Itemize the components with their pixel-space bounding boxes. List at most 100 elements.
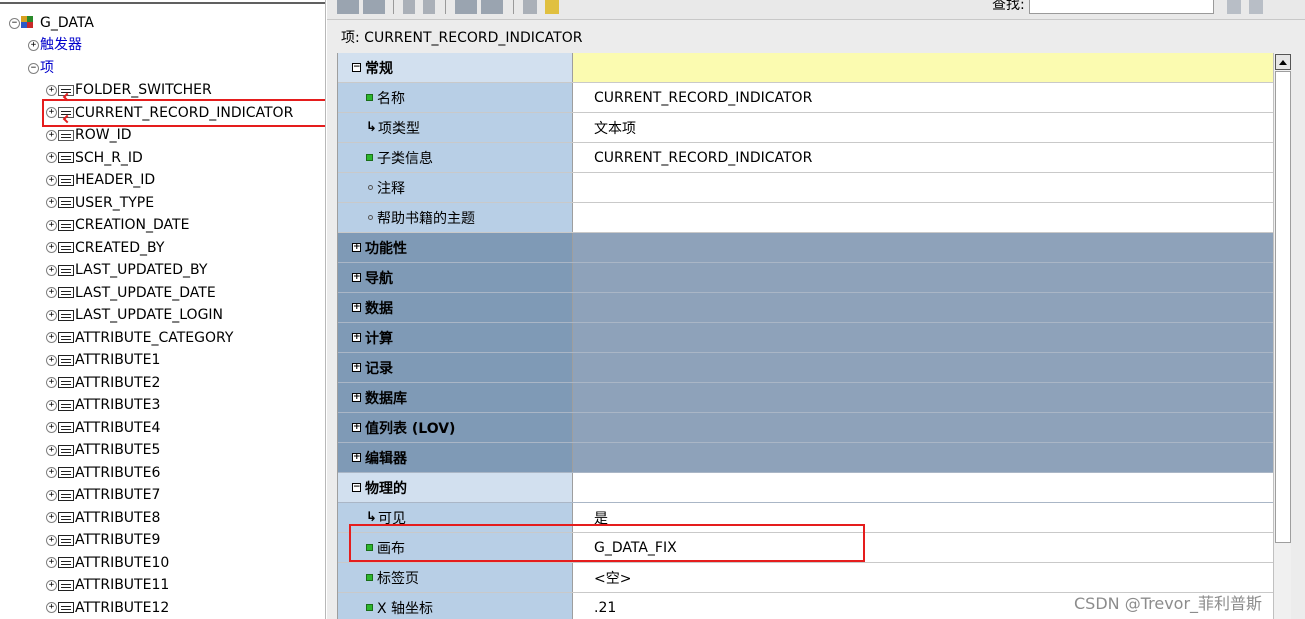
property-category-row[interactable]: + 编辑器: [338, 443, 1273, 473]
tree-item[interactable]: + ATTRIBUTE3: [46, 394, 160, 416]
property-name-cell[interactable]: ↳ 项类型: [338, 113, 573, 142]
property-category-row[interactable]: + 值列表 (LOV): [338, 413, 1273, 443]
collapse-icon[interactable]: −: [28, 62, 39, 74]
property-name-cell[interactable]: + 导航: [338, 263, 573, 292]
property-row[interactable]: 帮助书籍的主题: [338, 203, 1273, 233]
expand-icon[interactable]: +: [46, 377, 57, 388]
tree-node-triggers[interactable]: + 触发器: [28, 34, 82, 56]
tree-node-root[interactable]: − G_DATA: [9, 12, 94, 34]
find-input[interactable]: [1029, 0, 1214, 14]
tree-item[interactable]: + ATTRIBUTE11: [46, 574, 169, 596]
property-category-row[interactable]: + 计算: [338, 323, 1273, 353]
expand-icon[interactable]: +: [46, 399, 57, 411]
tree-item[interactable]: + LAST_UPDATE_DATE: [46, 282, 216, 304]
scroll-up-icon[interactable]: [1275, 54, 1291, 70]
tree-item[interactable]: + ROW_ID: [46, 124, 132, 146]
tree-item[interactable]: + ATTRIBUTE10: [46, 552, 169, 574]
search-backward-icon[interactable]: [1249, 0, 1263, 14]
expand-icon[interactable]: +: [46, 129, 57, 141]
collapse-icon[interactable]: −: [9, 17, 20, 29]
expand-icon[interactable]: +: [46, 219, 57, 231]
expand-icon[interactable]: +: [46, 84, 57, 96]
tree-node-items[interactable]: − 项: [28, 57, 54, 79]
expand-icon[interactable]: +: [352, 363, 361, 372]
freeze-pin-icon[interactable]: [545, 0, 559, 14]
property-name-cell[interactable]: 名称: [338, 83, 573, 112]
property-category-row[interactable]: + 数据: [338, 293, 1273, 323]
property-name-cell[interactable]: + 功能性: [338, 233, 573, 262]
expand-icon[interactable]: +: [46, 197, 57, 208]
paste-properties-icon[interactable]: [363, 0, 385, 14]
tree-item[interactable]: + ATTRIBUTE12: [46, 597, 169, 619]
tree-item[interactable]: + ATTRIBUTE8: [46, 507, 160, 529]
tree-item[interactable]: + ATTRIBUTE2: [46, 372, 160, 394]
collapse-icon[interactable]: −: [352, 483, 361, 492]
tree-item[interactable]: + ATTRIBUTE6: [46, 462, 160, 484]
expand-icon[interactable]: +: [46, 152, 57, 163]
expand-icon[interactable]: +: [352, 423, 361, 432]
expand-icon[interactable]: +: [46, 512, 57, 523]
tree-item[interactable]: + USER_TYPE: [46, 192, 154, 214]
tree-item[interactable]: + LAST_UPDATED_BY: [46, 259, 207, 281]
scrollbar-thumb[interactable]: [1275, 71, 1291, 543]
expand-icon[interactable]: +: [46, 602, 57, 613]
property-name-cell[interactable]: + 记录: [338, 353, 573, 382]
expand-icon[interactable]: +: [46, 534, 57, 546]
property-row[interactable]: 注释: [338, 173, 1273, 203]
expand-icon[interactable]: +: [46, 242, 57, 253]
tree-item[interactable]: + ATTRIBUTE9: [46, 529, 160, 551]
tree-item[interactable]: + LAST_UPDATE_LOGIN: [46, 304, 223, 326]
expand-icon[interactable]: +: [46, 354, 57, 366]
inherit-icon[interactable]: [523, 0, 537, 14]
union-icon[interactable]: [455, 0, 477, 14]
expand-icon[interactable]: +: [46, 332, 57, 343]
property-value-cell[interactable]: CURRENT_RECORD_INDICATOR: [573, 143, 1273, 172]
expand-icon[interactable]: +: [28, 39, 39, 51]
tree-item[interactable]: + ATTRIBUTE1: [46, 349, 160, 371]
expand-icon[interactable]: +: [46, 174, 57, 186]
property-name-cell[interactable]: + 编辑器: [338, 443, 573, 472]
expand-icon[interactable]: +: [46, 489, 57, 501]
property-category-row[interactable]: + 功能性: [338, 233, 1273, 263]
tree-item[interactable]: + CREATION_DATE: [46, 214, 189, 236]
property-value-cell[interactable]: 文本项: [573, 113, 1273, 142]
expand-icon[interactable]: +: [46, 467, 57, 478]
collapse-icon[interactable]: −: [352, 63, 361, 72]
tree-item[interactable]: + ATTRIBUTE_CATEGORY: [46, 327, 233, 349]
expand-icon[interactable]: +: [46, 264, 57, 276]
expand-icon[interactable]: +: [46, 422, 57, 433]
property-name-cell[interactable]: 子类信息: [338, 143, 573, 172]
property-name-cell[interactable]: + 计算: [338, 323, 573, 352]
expand-icon[interactable]: +: [352, 303, 361, 312]
add-property-icon[interactable]: [403, 0, 415, 14]
search-forward-icon[interactable]: [1227, 0, 1241, 14]
property-name-cell[interactable]: + 数据库: [338, 383, 573, 412]
property-category-row[interactable]: + 导航: [338, 263, 1273, 293]
expand-icon[interactable]: +: [46, 557, 57, 568]
property-value-cell[interactable]: CURRENT_RECORD_INDICATOR: [573, 83, 1273, 112]
property-row[interactable]: ↳ 项类型 文本项: [338, 113, 1273, 143]
tree-item[interactable]: + ATTRIBUTE7: [46, 484, 160, 506]
expand-icon[interactable]: +: [46, 444, 57, 456]
vertical-scrollbar[interactable]: [1273, 53, 1291, 619]
property-name-cell[interactable]: − 常规: [338, 53, 573, 82]
property-name-cell[interactable]: X 轴坐标: [338, 593, 573, 619]
property-name-cell[interactable]: + 值列表 (LOV): [338, 413, 573, 442]
expand-icon[interactable]: +: [46, 287, 57, 298]
expand-icon[interactable]: +: [46, 309, 57, 321]
tree-item[interactable]: + HEADER_ID: [46, 169, 155, 191]
property-value-cell[interactable]: [573, 203, 1273, 232]
property-row[interactable]: 子类信息 CURRENT_RECORD_INDICATOR: [338, 143, 1273, 173]
property-row[interactable]: 标签页 <空>: [338, 563, 1273, 593]
property-name-cell[interactable]: 标签页: [338, 563, 573, 592]
copy-properties-icon[interactable]: [337, 0, 359, 14]
property-value-cell[interactable]: <空>: [573, 563, 1273, 592]
property-name-cell[interactable]: − 物理的: [338, 473, 573, 502]
expand-icon[interactable]: +: [352, 453, 361, 462]
property-category-row[interactable]: − 物理的: [338, 473, 1273, 503]
expand-icon[interactable]: +: [46, 579, 57, 591]
delete-property-icon[interactable]: [423, 0, 435, 14]
tree-item[interactable]: + CREATED_BY: [46, 237, 164, 259]
expand-icon[interactable]: +: [352, 273, 361, 282]
intersection-icon[interactable]: [481, 0, 503, 14]
